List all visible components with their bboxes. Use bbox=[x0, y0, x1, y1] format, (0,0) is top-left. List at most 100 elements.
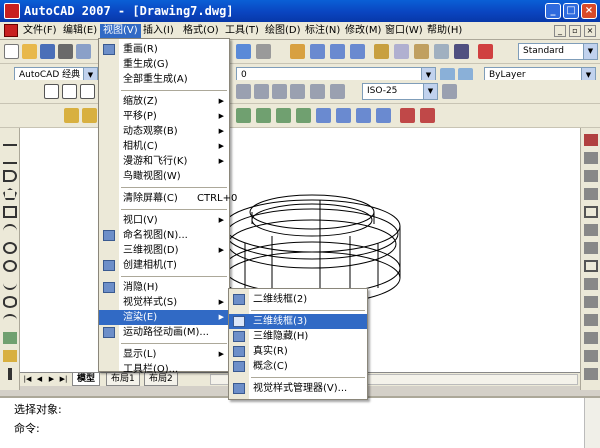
make-block-icon[interactable] bbox=[3, 350, 17, 362]
menu-view[interactable]: 视图(V) bbox=[100, 24, 141, 38]
save-icon[interactable] bbox=[40, 44, 55, 59]
arc-length-icon[interactable] bbox=[80, 84, 95, 99]
point-icon[interactable] bbox=[8, 368, 12, 380]
menu-edit[interactable]: 编辑(E) bbox=[60, 24, 100, 38]
dim-tool-icon[interactable] bbox=[290, 84, 305, 99]
doc-close-button[interactable]: × bbox=[584, 25, 596, 37]
zoom-previous-icon[interactable] bbox=[350, 44, 365, 59]
view-menu-item-15[interactable]: 三维视图(D) ▶ bbox=[99, 243, 229, 258]
chevron-down-icon[interactable]: ▼ bbox=[583, 44, 597, 59]
dim-tool-icon[interactable] bbox=[254, 84, 269, 99]
move-icon[interactable] bbox=[584, 224, 598, 236]
vs-menu-item-7[interactable]: 视觉样式管理器(V)... bbox=[229, 381, 367, 396]
chevron-down-icon[interactable]: ▼ bbox=[423, 84, 437, 99]
menu-help[interactable]: 帮助(H) bbox=[424, 24, 465, 38]
polyline-icon[interactable] bbox=[3, 170, 17, 182]
spline-icon[interactable] bbox=[3, 278, 17, 290]
prev-tab-icon[interactable]: ◀ bbox=[34, 374, 45, 385]
rectangle-icon[interactable] bbox=[3, 206, 17, 218]
command-prompt[interactable]: 命令: bbox=[14, 420, 40, 436]
fillet-icon[interactable] bbox=[584, 368, 598, 380]
construction-line-icon[interactable] bbox=[3, 152, 17, 164]
menu-file[interactable]: 文件(F) bbox=[20, 24, 60, 38]
modify-tool-icon[interactable] bbox=[316, 108, 331, 123]
modify-tool-icon[interactable] bbox=[356, 108, 371, 123]
properties-icon[interactable] bbox=[374, 44, 389, 59]
vs-menu-item-2[interactable]: 三维线框(3) bbox=[229, 314, 367, 329]
view-menu-item-21[interactable]: 运动路径动画(M)... bbox=[99, 325, 229, 340]
modify-tool-icon[interactable] bbox=[256, 108, 271, 123]
dim-tool-icon[interactable] bbox=[236, 84, 251, 99]
open-folder-icon[interactable] bbox=[22, 44, 37, 59]
modify-tool-icon[interactable] bbox=[236, 108, 251, 123]
modify-tool-icon[interactable] bbox=[276, 108, 291, 123]
view-menu-item-18[interactable]: 消隐(H) bbox=[99, 280, 229, 295]
view-menu-item-4[interactable]: 缩放(Z) ▶ bbox=[99, 94, 229, 109]
menu-format[interactable]: 格式(O) bbox=[180, 24, 222, 38]
document-icon[interactable] bbox=[4, 24, 18, 37]
mirror-icon[interactable] bbox=[584, 170, 598, 182]
view-menu-item-0[interactable]: 重画(R) bbox=[99, 42, 229, 57]
zoom-window-icon[interactable] bbox=[330, 44, 345, 59]
redo-icon[interactable] bbox=[256, 44, 271, 59]
close-button[interactable]: × bbox=[581, 3, 597, 19]
minimize-button[interactable]: _ bbox=[545, 3, 561, 19]
scale-icon[interactable] bbox=[584, 260, 598, 272]
design-center-icon[interactable] bbox=[394, 44, 409, 59]
dim-style-icon[interactable] bbox=[442, 84, 457, 99]
vs-menu-item-4[interactable]: 真实(R) bbox=[229, 344, 367, 359]
command-scrollbar[interactable] bbox=[584, 398, 600, 448]
view-menu-item-20[interactable]: 渲染(E) ▶ bbox=[99, 310, 229, 325]
view-menu-item-2[interactable]: 全部重生成(A) bbox=[99, 72, 229, 87]
preview-icon[interactable] bbox=[76, 44, 91, 59]
stretch-icon[interactable] bbox=[584, 278, 598, 290]
view-menu-item-7[interactable]: 相机(C) ▶ bbox=[99, 139, 229, 154]
text-style-select[interactable]: Standard ▼ bbox=[518, 43, 598, 60]
print-icon[interactable] bbox=[58, 44, 73, 59]
pan-icon[interactable] bbox=[290, 44, 305, 59]
first-tab-icon[interactable]: |◀ bbox=[22, 374, 33, 385]
ellipse-arc-icon[interactable] bbox=[3, 314, 17, 326]
tool-palettes-icon[interactable] bbox=[414, 44, 429, 59]
aligned-dim-icon[interactable] bbox=[62, 84, 77, 99]
menu-dimension[interactable]: 标注(N) bbox=[302, 24, 343, 38]
dim-tool-icon[interactable] bbox=[330, 84, 345, 99]
offset-icon[interactable] bbox=[584, 188, 598, 200]
insert-block-icon[interactable] bbox=[3, 332, 17, 344]
sheet-set-icon[interactable] bbox=[434, 44, 449, 59]
view-menu-item-11[interactable]: 清除屏幕(C) CTRL+0 bbox=[99, 191, 237, 206]
ellipse-icon[interactable] bbox=[3, 296, 17, 308]
view-menu-item-6[interactable]: 动态观察(B) ▶ bbox=[99, 124, 229, 139]
modify-tool-icon[interactable] bbox=[336, 108, 351, 123]
view-menu-item-1[interactable]: 重生成(G) bbox=[99, 57, 229, 72]
vs-menu-item-3[interactable]: 三维隐藏(H) bbox=[229, 329, 367, 344]
modify-tool-icon[interactable] bbox=[296, 108, 311, 123]
modify-tool-icon[interactable] bbox=[400, 108, 415, 123]
erase-icon[interactable] bbox=[584, 134, 598, 146]
last-tab-icon[interactable]: ▶| bbox=[58, 374, 69, 385]
modify-tool-icon[interactable] bbox=[82, 108, 97, 123]
menu-window[interactable]: 窗口(W) bbox=[382, 24, 426, 38]
dim-style-select[interactable]: ISO-25 ▼ bbox=[362, 83, 438, 100]
zoom-realtime-icon[interactable] bbox=[310, 44, 325, 59]
chamfer-icon[interactable] bbox=[584, 350, 598, 362]
array-icon[interactable] bbox=[584, 206, 598, 218]
dim-tool-icon[interactable] bbox=[272, 84, 287, 99]
linear-dim-icon[interactable] bbox=[44, 84, 59, 99]
view-menu-item-5[interactable]: 平移(P) ▶ bbox=[99, 109, 229, 124]
view-menu-item-8[interactable]: 漫游和飞行(K) ▶ bbox=[99, 154, 229, 169]
extend-icon[interactable] bbox=[584, 314, 598, 326]
maximize-button[interactable]: □ bbox=[563, 3, 579, 19]
view-menu-item-24[interactable]: 工具栏(O)... bbox=[99, 362, 229, 377]
calculator-icon[interactable] bbox=[454, 44, 469, 59]
doc-minimize-button[interactable]: _ bbox=[554, 25, 566, 37]
dim-tool-icon[interactable] bbox=[310, 84, 325, 99]
menu-tools[interactable]: 工具(T) bbox=[222, 24, 262, 38]
menu-draw[interactable]: 绘图(D) bbox=[262, 24, 304, 38]
new-file-icon[interactable] bbox=[4, 44, 19, 59]
copy-icon[interactable] bbox=[584, 152, 598, 164]
tab-model[interactable]: 模型 bbox=[72, 373, 101, 386]
help-icon[interactable] bbox=[478, 44, 493, 59]
view-menu-item-13[interactable]: 视口(V) ▶ bbox=[99, 213, 229, 228]
menu-insert[interactable]: 插入(I) bbox=[140, 24, 177, 38]
